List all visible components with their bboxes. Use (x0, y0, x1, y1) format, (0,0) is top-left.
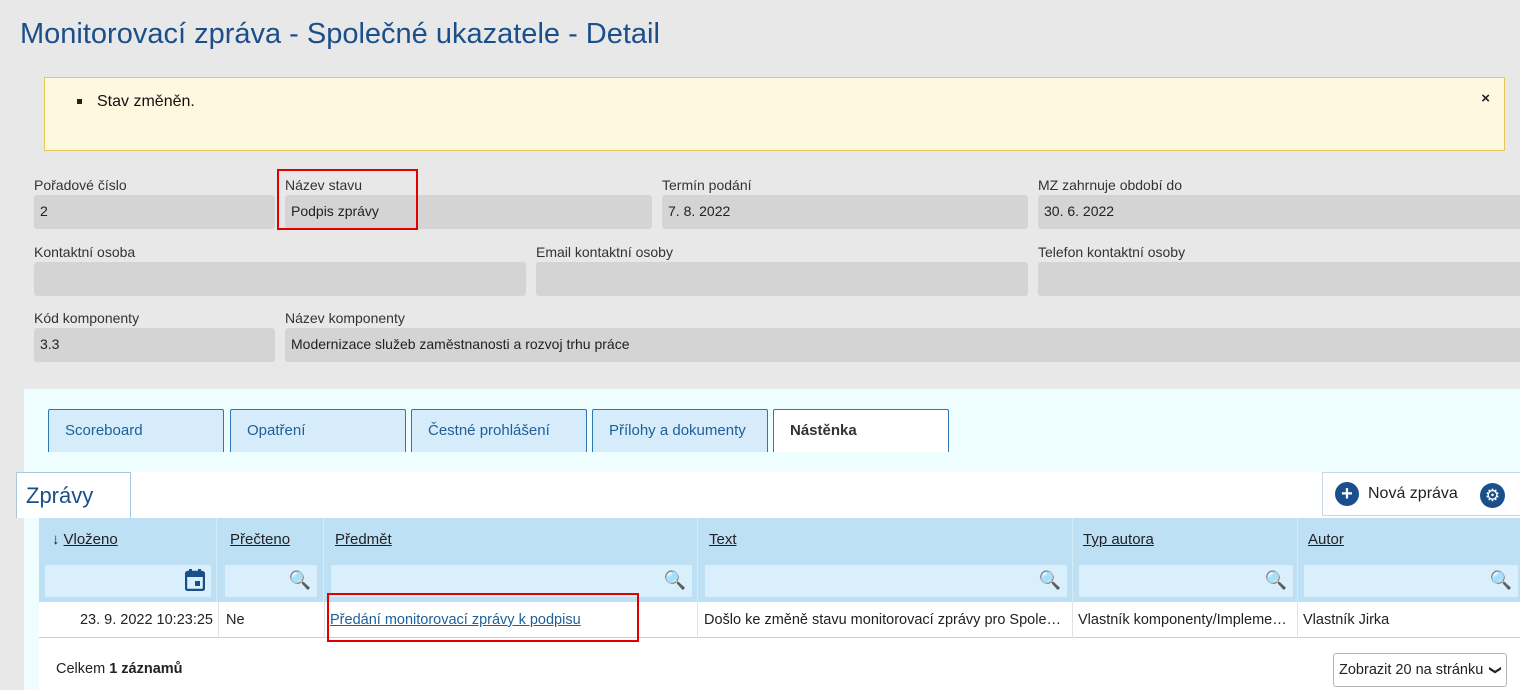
record-count: Celkem 1 záznamů (56, 661, 183, 677)
field-telefon: Telefon kontaktní osoby (1038, 242, 1520, 296)
cell-autor: Vlastník Jirka (1303, 612, 1390, 628)
search-icon: 🔍 (1264, 570, 1287, 590)
close-icon[interactable]: × (1481, 90, 1490, 107)
gear-icon[interactable]: ⚙ (1480, 483, 1505, 508)
search-icon: 🔍 (1038, 570, 1061, 590)
sort-desc-icon: ↓ (52, 531, 60, 548)
record-count-prefix: Celkem (56, 661, 106, 677)
field-termin-podani: Termín podání 7. 8. 2022 (662, 175, 1028, 229)
search-icon: 🔍 (663, 570, 686, 590)
cell-text: Došlo ke změně stavu monitorovací zprávy… (699, 602, 1073, 638)
column-vlozeno: ↓ Vloženo (39, 518, 217, 602)
tab-nastenka[interactable]: Nástěnka (773, 409, 949, 452)
field-label: Název stavu (285, 177, 363, 193)
sort-header-typ-autora[interactable]: Typ autora (1083, 531, 1154, 548)
tab-scoreboard[interactable]: Scoreboard (48, 409, 224, 452)
field-kontaktni-osoba: Kontaktní osoba (34, 242, 526, 296)
sort-header-vlozeno[interactable]: ↓ Vloženo (52, 531, 118, 548)
filter-vlozeno-input[interactable] (45, 565, 211, 597)
page-size-select[interactable]: Zobrazit 20 na stránku ❯ (1333, 653, 1507, 687)
field-label: Název komponenty (285, 310, 405, 326)
bullet-icon (77, 99, 82, 104)
page-title: Monitorovací zpráva - Společné ukazatele… (20, 18, 660, 50)
filter-predmet-input[interactable]: 🔍 (331, 565, 692, 597)
field-label: MZ zahrnuje období do (1038, 177, 1182, 193)
tab-prilohy-a-dokumenty[interactable]: Přílohy a dokumenty (592, 409, 768, 452)
column-autor: Autor 🔍 (1298, 518, 1520, 602)
field-label: Pořadové číslo (34, 177, 127, 193)
new-message-label: Nová zpráva (1368, 485, 1458, 502)
filter-text-input[interactable]: 🔍 (705, 565, 1067, 597)
status-alert: Stav změněn. × (44, 77, 1505, 151)
filter-typ-autora-input[interactable]: 🔍 (1079, 565, 1293, 597)
message-subject-link[interactable]: Předání monitorovací zprávy k podpisu (330, 612, 581, 628)
section-title-zpravy: Zprávy (16, 472, 131, 518)
cell-precteno: Ne (221, 602, 325, 638)
filter-autor-input[interactable]: 🔍 (1304, 565, 1518, 597)
toolbar: + Nová zpráva ⚙ (1322, 472, 1520, 516)
plus-icon: + (1335, 482, 1359, 506)
search-icon: 🔍 (1489, 570, 1512, 590)
table-header: ↓ Vloženo Přečteno 🔍 Předmět 🔍 Text 🔍 Typ… (39, 518, 1520, 602)
field-value (34, 262, 526, 296)
filter-precteno-input[interactable]: 🔍 (225, 565, 317, 597)
cell-vlozeno: 23. 9. 2022 10:23:25 (39, 602, 219, 638)
field-poradove-cislo: Pořadové číslo 2 (34, 175, 275, 229)
alert-message: Stav změněn. (97, 93, 195, 110)
field-label: Kontaktní osoba (34, 244, 136, 260)
field-value: Modernizace služeb zaměstnanosti a rozvo… (285, 328, 1520, 362)
field-value: 2 (34, 195, 275, 229)
tab-opatreni[interactable]: Opatření (230, 409, 406, 452)
field-email: Email kontaktní osoby (536, 242, 1028, 296)
calendar-icon[interactable] (185, 569, 205, 591)
sort-header-text[interactable]: Text (709, 531, 737, 548)
column-precteno: Přečteno 🔍 (219, 518, 324, 602)
field-label: Telefon kontaktní osoby (1038, 244, 1186, 260)
field-value (536, 262, 1028, 296)
search-icon: 🔍 (288, 570, 311, 590)
sort-header-autor[interactable]: Autor (1308, 531, 1344, 548)
column-text: Text 🔍 (699, 518, 1073, 602)
page-size-value: Zobrazit 20 na stránku (1339, 662, 1484, 678)
tab-cestne-prohlaseni[interactable]: Čestné prohlášení (411, 409, 587, 452)
sort-header-predmet[interactable]: Předmět (335, 531, 392, 548)
field-nazev-komponenty: Název komponenty Modernizace služeb zamě… (285, 308, 1520, 362)
new-message-button[interactable]: + Nová zpráva (1335, 482, 1458, 506)
field-value (1038, 262, 1520, 296)
cell-typ-autora: Vlastník komponenty/Implementátor (1073, 602, 1298, 638)
column-label: Vloženo (63, 531, 118, 548)
field-value: 30. 6. 2022 (1038, 195, 1520, 229)
field-value: 3.3 (34, 328, 275, 362)
cell-predmet: Předání monitorovací zprávy k podpisu (325, 602, 698, 638)
field-label: Email kontaktní osoby (536, 244, 673, 260)
field-value: 7. 8. 2022 (662, 195, 1028, 229)
field-label: Termín podání (662, 177, 752, 193)
record-count-value: 1 záznamů (109, 661, 183, 677)
column-predmet: Předmět 🔍 (325, 518, 698, 602)
table-row[interactable]: 23. 9. 2022 10:23:25 Ne Předání monitoro… (39, 602, 1520, 638)
field-label: Kód komponenty (34, 310, 140, 326)
column-typ-autora: Typ autora 🔍 (1073, 518, 1298, 602)
field-nazev-stavu: Název stavu Podpis zprávy (285, 175, 652, 229)
chevron-down-icon: ❯ (1488, 664, 1503, 676)
field-kod-komponenty: Kód komponenty 3.3 (34, 308, 275, 362)
sort-header-precteno[interactable]: Přečteno (230, 531, 290, 548)
field-mz-obdobi: MZ zahrnuje období do 30. 6. 2022 (1038, 175, 1520, 229)
field-value: Podpis zprávy (285, 195, 652, 229)
